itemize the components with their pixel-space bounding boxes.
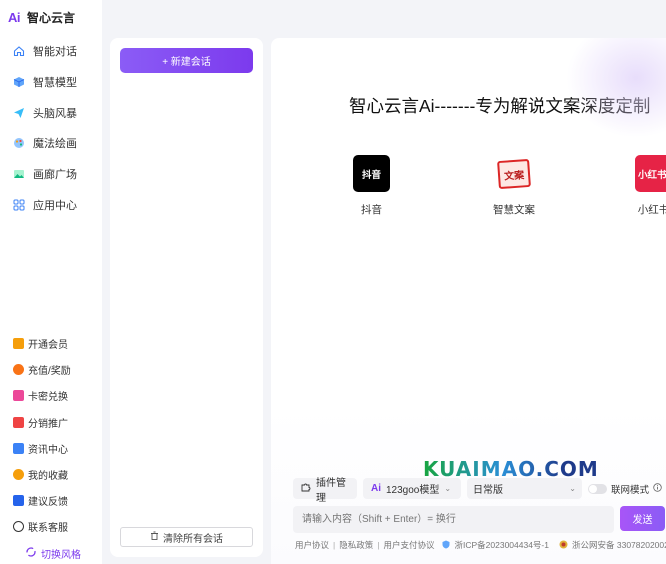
chevron-down-icon: ⌄ bbox=[444, 484, 452, 493]
composer: 发送 bbox=[293, 506, 665, 533]
trash-icon bbox=[150, 531, 159, 543]
nav-item-gallery[interactable]: 画廊广场 bbox=[13, 166, 77, 182]
nav-item-label: 资讯中心 bbox=[28, 445, 68, 456]
web-mode-label: 联网模式 bbox=[611, 484, 650, 496]
feedback-icon bbox=[13, 495, 24, 506]
info-icon[interactable] bbox=[653, 482, 662, 495]
nav-item-label: 智慧模型 bbox=[33, 77, 77, 89]
model-logo-icon: Ai bbox=[371, 483, 381, 494]
nav-item-label: 开通会员 bbox=[28, 340, 68, 351]
shield-icon bbox=[442, 540, 450, 551]
plugins-button[interactable]: 插件管理 bbox=[293, 478, 357, 504]
web-mode-toggle[interactable]: 联网模式 bbox=[588, 482, 662, 496]
footer-divider: | bbox=[377, 540, 380, 550]
smart-copy-icon-text: 文案 bbox=[503, 169, 525, 182]
crown-icon bbox=[13, 338, 24, 349]
icp-link[interactable]: 浙ICP备2023004434号-1 bbox=[454, 539, 549, 551]
message-input[interactable] bbox=[293, 506, 614, 533]
footer-divider: | bbox=[333, 540, 336, 550]
session-panel: + 新建会话 清除所有会话 bbox=[110, 38, 263, 557]
nav-item-models[interactable]: 智慧模型 bbox=[13, 74, 77, 90]
nav-item-apps[interactable]: 应用中心 bbox=[13, 197, 77, 213]
xiaohongshu-icon: 小红书 bbox=[635, 155, 666, 192]
card-icon bbox=[13, 390, 24, 401]
brand-name: 智心云言 bbox=[27, 11, 76, 25]
nav-item-label: 卡密兑换 bbox=[28, 392, 68, 403]
douyin-icon: 抖音 bbox=[353, 155, 390, 192]
app-label: 小红书 bbox=[637, 204, 666, 216]
main-chat-area: 智心云言Ai-------专为解说文案深度定制 抖音 抖音 文案 智慧文案 小红… bbox=[271, 38, 666, 564]
coin-icon bbox=[13, 364, 24, 375]
cube-icon bbox=[13, 76, 25, 88]
nav-item-label: 应用中心 bbox=[33, 200, 77, 212]
send-icon bbox=[13, 107, 25, 119]
apps-icon bbox=[13, 199, 25, 211]
send-button[interactable]: 发送 bbox=[620, 506, 665, 531]
nav-item-painting[interactable]: 魔法绘画 bbox=[13, 135, 77, 151]
chevron-down-icon: ⌄ bbox=[569, 484, 576, 493]
page-headline: 智心云言Ai-------专为解说文案深度定制 bbox=[349, 96, 651, 116]
swap-icon bbox=[26, 547, 36, 560]
nav-item-redeem[interactable]: 卡密兑换 bbox=[13, 388, 68, 403]
app-card-xiaohongshu[interactable]: 小红书 小红书 bbox=[635, 155, 666, 217]
home-icon bbox=[13, 45, 25, 57]
app-card-douyin[interactable]: 抖音 抖音 bbox=[353, 155, 390, 217]
nav-item-membership[interactable]: 开通会员 bbox=[13, 336, 68, 351]
brand[interactable]: Ai 智心云言 bbox=[8, 9, 75, 26]
footer: 用户协议 | 隐私政策 | 用户支付协议 浙ICP备2023004434号-1 … bbox=[295, 539, 666, 551]
nav-item-chat[interactable]: 智能对话 bbox=[13, 43, 77, 59]
news-icon bbox=[13, 443, 24, 454]
brand-logo: Ai bbox=[8, 10, 21, 25]
theme-toggle-label: 切换风格 bbox=[41, 550, 81, 561]
palette-icon bbox=[13, 137, 25, 149]
image-icon bbox=[13, 168, 25, 180]
nav-item-label: 联系客服 bbox=[28, 523, 68, 534]
nav-item-distribution[interactable]: 分销推广 bbox=[13, 415, 68, 430]
web-mode-switch[interactable] bbox=[588, 483, 607, 494]
nav-item-favorites[interactable]: 我的收藏 bbox=[13, 467, 68, 482]
share-icon bbox=[13, 417, 24, 428]
puzzle-icon bbox=[301, 482, 311, 495]
nav-item-news[interactable]: 资讯中心 bbox=[13, 441, 68, 456]
model-select-value: 123goo模型 bbox=[386, 485, 440, 496]
privacy-policy-link[interactable]: 隐私政策 bbox=[339, 539, 373, 551]
composer-toolbar: 插件管理 Ai 123goo模型 ⌄ 日常版 ⌄ 联网模式 bbox=[293, 478, 662, 504]
clear-all-label: 清除所有会话 bbox=[163, 533, 223, 545]
nav-item-label: 头脑风暴 bbox=[33, 108, 77, 120]
nav-item-label: 充值/奖励 bbox=[28, 366, 71, 377]
police-record-link[interactable]: 浙公网安备 33078202002125号 bbox=[572, 539, 666, 551]
nav-item-label: 智能对话 bbox=[33, 46, 77, 58]
model-select[interactable]: Ai 123goo模型 ⌄ bbox=[363, 478, 461, 499]
nav-item-recharge[interactable]: 充值/奖励 bbox=[13, 362, 71, 377]
new-chat-button[interactable]: + 新建会话 bbox=[120, 48, 253, 73]
smart-copy-icon: 文案 bbox=[495, 155, 533, 192]
plugins-label: 插件管理 bbox=[316, 477, 346, 504]
nav-item-label: 画廊广场 bbox=[33, 169, 77, 181]
police-badge-icon bbox=[559, 540, 568, 551]
douyin-icon-text: 抖音 bbox=[361, 169, 381, 181]
nav-item-brainstorm[interactable]: 头脑风暴 bbox=[13, 105, 77, 121]
left-nav: Ai 智心云言 智能对话 智慧模型 头脑风暴 魔法绘画 画廊广场 应用中心 开通… bbox=[0, 0, 102, 564]
nav-item-support[interactable]: 联系客服 bbox=[13, 519, 68, 534]
user-agreement-link[interactable]: 用户协议 bbox=[295, 539, 329, 551]
headset-icon bbox=[13, 521, 24, 532]
xiaohongshu-icon-text: 小红书 bbox=[638, 169, 666, 181]
mode-select-value: 日常版 bbox=[473, 485, 503, 496]
star-icon bbox=[13, 469, 24, 480]
nav-item-label: 我的收藏 bbox=[28, 471, 68, 482]
mode-select[interactable]: 日常版 ⌄ bbox=[467, 478, 582, 499]
payment-agreement-link[interactable]: 用户支付协议 bbox=[383, 539, 434, 551]
clear-all-sessions-button[interactable]: 清除所有会话 bbox=[120, 527, 253, 547]
theme-toggle-button[interactable]: 切换风格 bbox=[26, 546, 81, 561]
app-label: 智慧文案 bbox=[493, 204, 535, 216]
app-label: 抖音 bbox=[361, 204, 382, 216]
nav-item-feedback[interactable]: 建议反馈 bbox=[13, 493, 68, 508]
nav-item-label: 魔法绘画 bbox=[33, 138, 77, 150]
nav-item-label: 建议反馈 bbox=[28, 497, 68, 508]
nav-item-label: 分销推广 bbox=[28, 419, 68, 430]
app-card-smart-copy[interactable]: 文案 智慧文案 bbox=[493, 155, 535, 217]
